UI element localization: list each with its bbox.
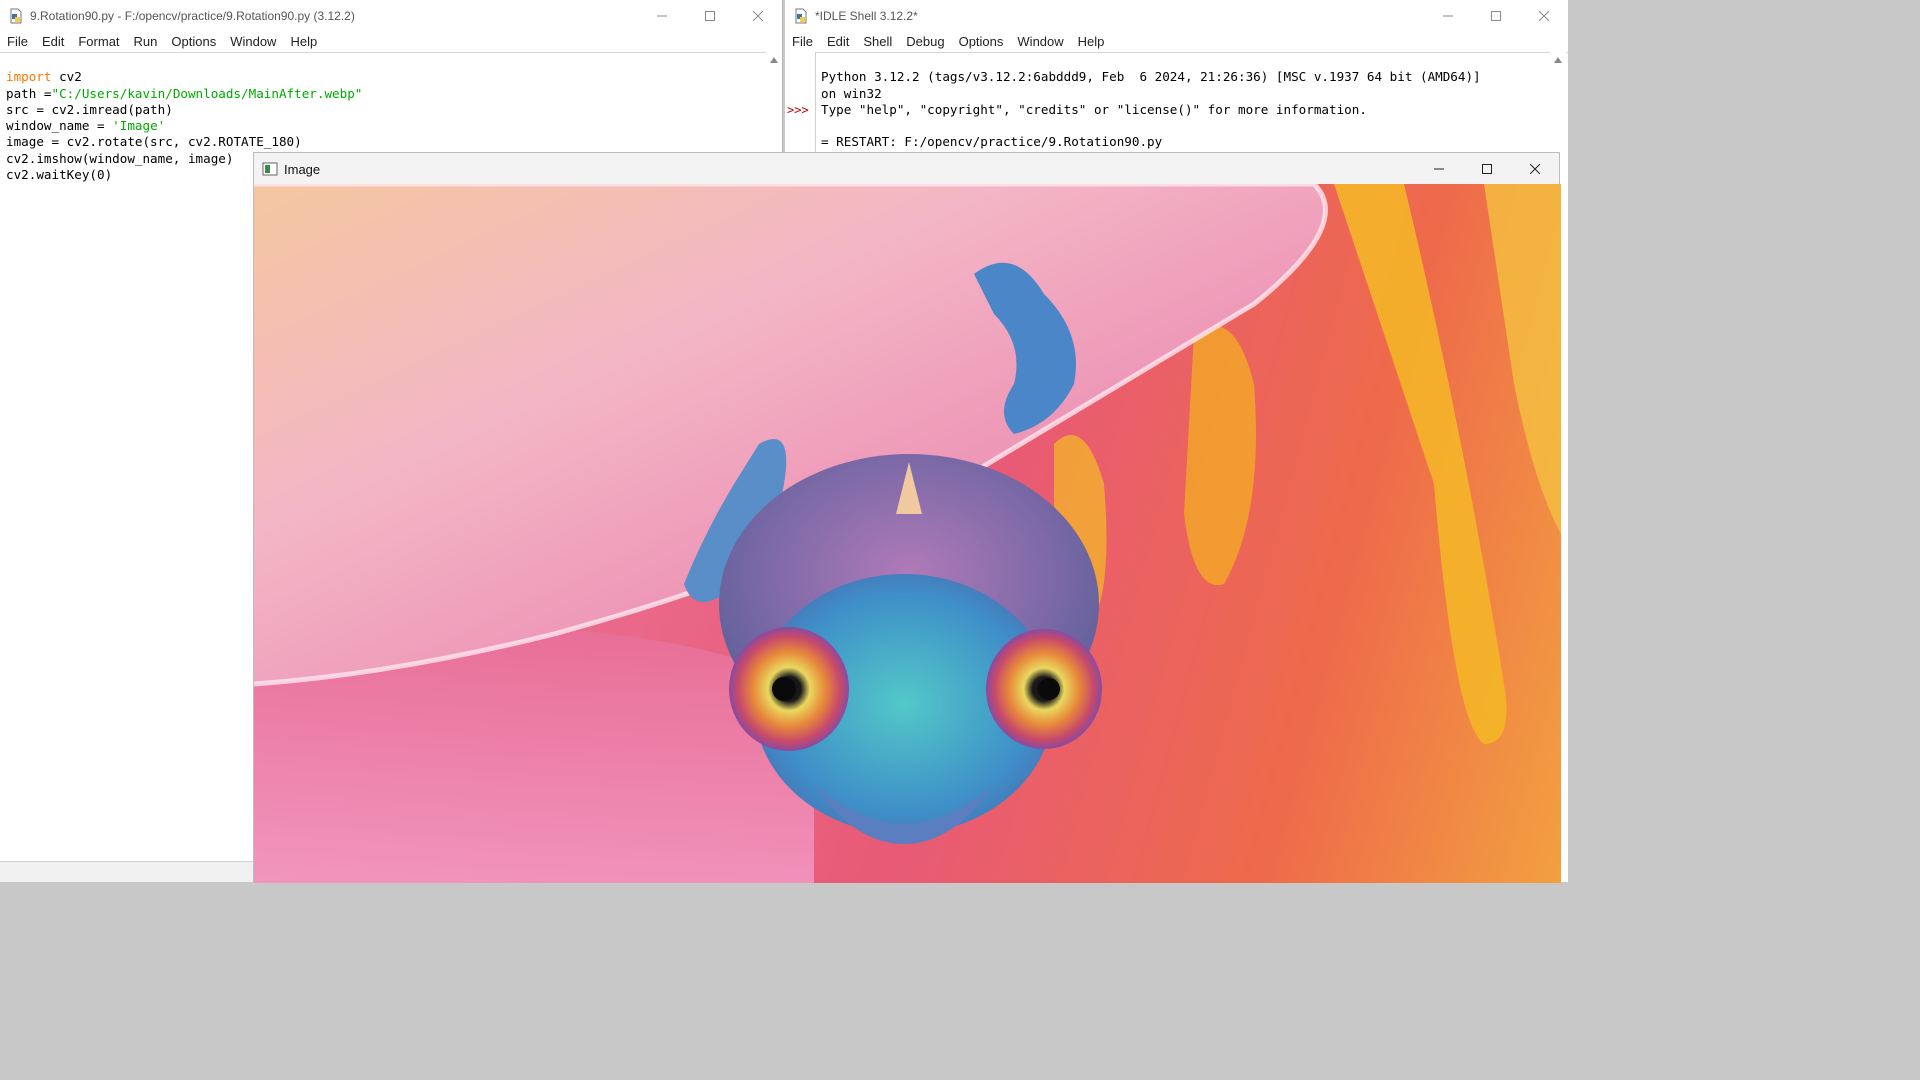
code-line: import cv2 <box>6 69 82 85</box>
scroll-up-arrow[interactable] <box>1554 57 1562 63</box>
editor-menubar: File Edit Format Run Options Window Help <box>0 32 782 53</box>
code-line: image = cv2.rotate(src, cv2.ROTATE_180) <box>6 134 302 150</box>
minimize-icon <box>657 15 667 17</box>
editor-titlebar[interactable]: 9.Rotation90.py - F:/opencv/practice/9.R… <box>0 0 782 32</box>
editor-menu-edit[interactable]: Edit <box>35 32 71 52</box>
editor-maximize-button[interactable] <box>686 0 734 32</box>
scroll-up-arrow[interactable] <box>770 57 778 63</box>
image-titlebar[interactable]: Image <box>254 153 1559 185</box>
editor-close-button[interactable] <box>734 0 782 32</box>
code-line: path ="C:/Users/kavin/Downloads/MainAfte… <box>6 85 363 101</box>
shell-menu-help[interactable]: Help <box>1071 32 1112 52</box>
close-icon <box>753 11 763 21</box>
close-icon <box>1530 164 1540 174</box>
chameleon-photo <box>254 184 1561 883</box>
shell-menu-options[interactable]: Options <box>952 32 1011 52</box>
image-close-button[interactable] <box>1511 153 1559 185</box>
minimize-icon <box>1434 168 1444 170</box>
python-shell-icon <box>795 8 807 24</box>
shell-line: on win32 <box>821 85 882 101</box>
shell-menubar: File Edit Shell Debug Options Window Hel… <box>785 32 1568 53</box>
code-line: src = cv2.imread(path) <box>6 101 173 117</box>
editor-minimize-button[interactable] <box>638 0 686 32</box>
shell-prompt: >>> <box>787 103 809 117</box>
shell-output[interactable]: Python 3.12.2 (tags/v3.12.2:6abddd9, Feb… <box>821 53 1548 151</box>
editor-menu-options[interactable]: Options <box>164 32 223 52</box>
shell-menu-file[interactable]: File <box>785 32 820 52</box>
shell-line: Type "help", "copyright", "credits" or "… <box>821 101 1367 117</box>
editor-menu-window[interactable]: Window <box>223 32 283 52</box>
image-window: Image <box>253 152 1561 883</box>
shell-menu-window[interactable]: Window <box>1010 32 1070 52</box>
close-icon <box>1539 11 1549 21</box>
maximize-icon <box>705 11 715 21</box>
minimize-icon <box>1443 15 1453 17</box>
shell-maximize-button[interactable] <box>1472 0 1520 32</box>
maximize-icon <box>1491 11 1501 21</box>
shell-title: *IDLE Shell 3.12.2* <box>815 9 918 23</box>
opencv-window-icon <box>262 162 278 176</box>
shell-menu-debug[interactable]: Debug <box>899 32 951 52</box>
shell-titlebar[interactable]: *IDLE Shell 3.12.2* <box>785 0 1568 32</box>
image-minimize-button[interactable] <box>1415 153 1463 185</box>
editor-menu-help[interactable]: Help <box>283 32 324 52</box>
editor-title: 9.Rotation90.py - F:/opencv/practice/9.R… <box>30 9 355 23</box>
code-line: window_name = 'Image' <box>6 118 166 134</box>
maximize-icon <box>1482 164 1492 174</box>
editor-menu-format[interactable]: Format <box>71 32 126 52</box>
image-maximize-button[interactable] <box>1463 153 1511 185</box>
editor-menu-run[interactable]: Run <box>127 32 165 52</box>
shell-close-button[interactable] <box>1520 0 1568 32</box>
shell-menu-edit[interactable]: Edit <box>820 32 856 52</box>
image-title: Image <box>284 161 321 177</box>
rotated-image <box>254 184 1561 883</box>
shell-minimize-button[interactable] <box>1424 0 1472 32</box>
shell-menu-shell[interactable]: Shell <box>856 32 899 52</box>
shell-line: = RESTART: F:/opencv/practice/9.Rotation… <box>821 134 1163 150</box>
python-file-icon <box>10 8 22 24</box>
shell-line: Python 3.12.2 (tags/v3.12.2:6abddd9, Feb… <box>821 69 1481 85</box>
editor-menu-file[interactable]: File <box>0 32 35 52</box>
